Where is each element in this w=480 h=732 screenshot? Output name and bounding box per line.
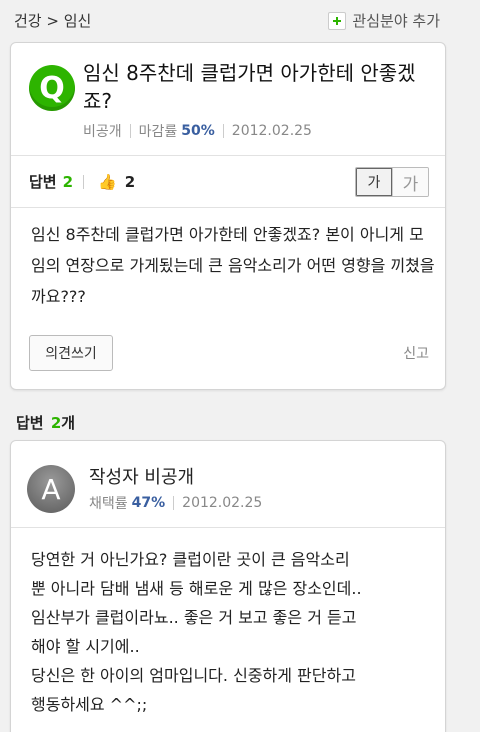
- question-badge-icon: Q: [29, 65, 75, 111]
- divider: [222, 124, 224, 138]
- deadline-value: 50%: [181, 123, 215, 139]
- answer-meta: 채택률 47% 2012.02.25: [89, 493, 262, 513]
- question-author: 비공개: [83, 124, 122, 140]
- question-body: 임신 8주찬데 클럽가면 아가한테 안좋겠죠? 본이 아니게 모임의 연장으로 …: [31, 225, 435, 306]
- question-date: 2012.02.25: [231, 123, 312, 139]
- adopt-label: 채택률: [89, 496, 128, 512]
- divider: [11, 207, 445, 208]
- question-meta: 비공개 마감률 50% 2012.02.25: [83, 121, 312, 141]
- answer-date: 2012.02.25: [182, 495, 263, 511]
- answer-count: 답변 2 👍 2: [29, 171, 135, 192]
- top-bar: 건강 > 임신 관심분야 추가: [0, 0, 480, 40]
- font-size-toggle[interactable]: 가 가: [355, 167, 429, 197]
- answer-author: 작성자 비공개: [89, 467, 195, 488]
- divider: [173, 496, 175, 510]
- thumbs-up-icon[interactable]: 👍: [98, 173, 117, 191]
- write-opinion-button[interactable]: 의견쓰기: [29, 335, 113, 371]
- question-card: Q 임신 8주찬데 클럽가면 아가한테 안좋겠죠? 비공개 마감률 50% 20…: [10, 42, 446, 390]
- answers-label: 답변: [16, 414, 44, 432]
- report-link[interactable]: 신고: [403, 343, 429, 363]
- answer-body: 당연한 거 아닌가요? 클럽이란 곳이 큰 음악소리 뿐 아니라 담배 냄새 등…: [31, 550, 362, 714]
- answers-count: 2: [50, 414, 62, 432]
- font-small-button[interactable]: 가: [356, 168, 392, 196]
- plus-icon: [328, 11, 347, 30]
- add-interest-button[interactable]: 관심분야 추가: [328, 10, 440, 31]
- adopt-value: 47%: [131, 495, 166, 511]
- answer-count-label: 답변: [29, 173, 57, 191]
- answers-unit: 개: [61, 414, 76, 432]
- divider: [83, 174, 85, 189]
- likes-count: 2: [124, 172, 136, 191]
- add-interest-label: 관심분야 추가: [352, 12, 440, 30]
- divider: [129, 124, 131, 138]
- divider: [11, 527, 445, 528]
- answer-count-value: 2: [62, 172, 74, 191]
- deadline-label: 마감률: [138, 124, 178, 140]
- answer-card: A 작성자 비공개 채택률 47% 2012.02.25 당연한 거 아닌가요?…: [10, 440, 446, 732]
- question-title: 임신 8주찬데 클럽가면 아가한테 안좋겠죠?: [83, 61, 416, 113]
- divider: [11, 155, 445, 156]
- answers-header: 답변 2개: [16, 412, 75, 433]
- breadcrumb[interactable]: 건강 > 임신: [14, 10, 91, 31]
- font-large-button[interactable]: 가: [392, 168, 428, 196]
- answer-avatar-icon: A: [27, 465, 75, 513]
